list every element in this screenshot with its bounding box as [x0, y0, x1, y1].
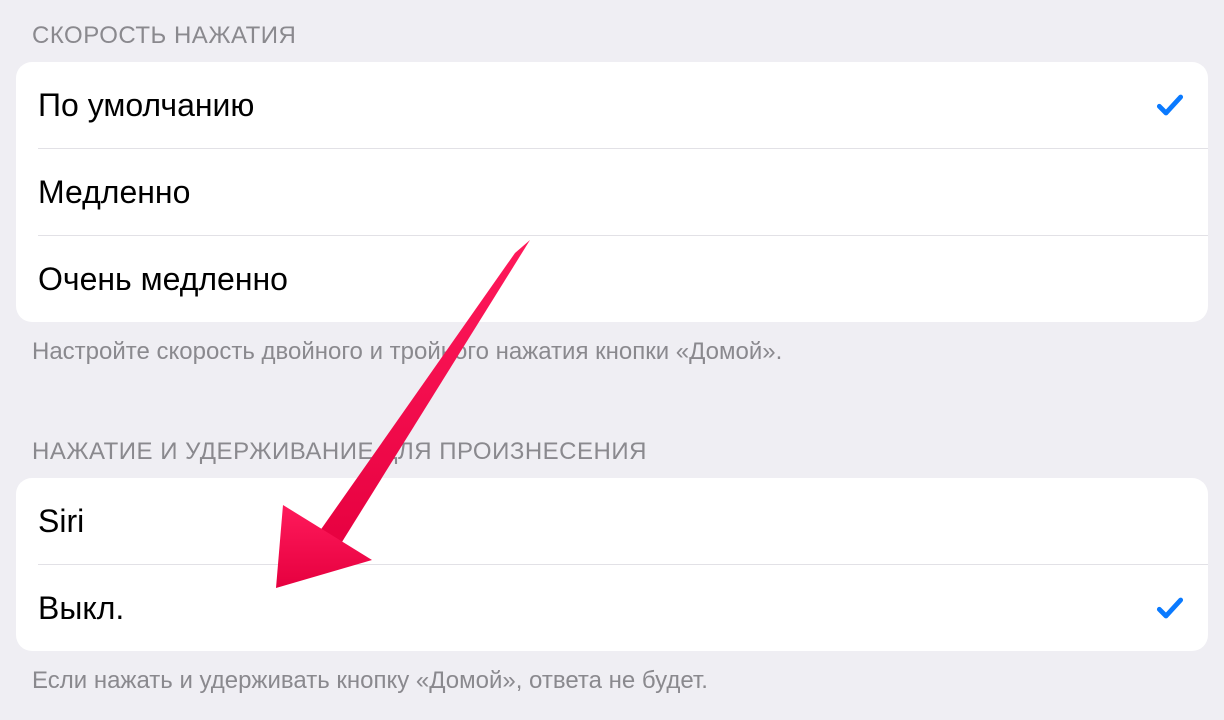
option-label: По умолчанию — [38, 87, 254, 124]
option-slow[interactable]: Медленно — [16, 149, 1208, 235]
option-label: Выкл. — [38, 590, 124, 627]
option-label: Медленно — [38, 174, 190, 211]
spacer — [4, 378, 1220, 424]
checkmark-icon — [1154, 89, 1186, 121]
option-off[interactable]: Выкл. — [16, 565, 1208, 651]
section-header-click-speed: СКОРОСТЬ НАЖАТИЯ — [4, 8, 1220, 62]
settings-screen: СКОРОСТЬ НАЖАТИЯ По умолчанию Медленно О… — [4, 0, 1220, 708]
option-siri[interactable]: Siri — [16, 478, 1208, 564]
option-default[interactable]: По умолчанию — [16, 62, 1208, 148]
option-label: Очень медленно — [38, 261, 288, 298]
section-footer-press-hold: Если нажать и удерживать кнопку «Домой»,… — [4, 651, 1220, 707]
click-speed-group: По умолчанию Медленно Очень медленно — [16, 62, 1208, 322]
option-label: Siri — [38, 503, 84, 540]
press-hold-group: Siri Выкл. — [16, 478, 1208, 651]
section-header-press-hold: НАЖАТИЕ И УДЕРЖИВАНИЕ ДЛЯ ПРОИЗНЕСЕНИЯ — [4, 424, 1220, 478]
checkmark-icon — [1154, 592, 1186, 624]
option-slowest[interactable]: Очень медленно — [16, 236, 1208, 322]
section-footer-click-speed: Настройте скорость двойного и тройного н… — [4, 322, 1220, 378]
